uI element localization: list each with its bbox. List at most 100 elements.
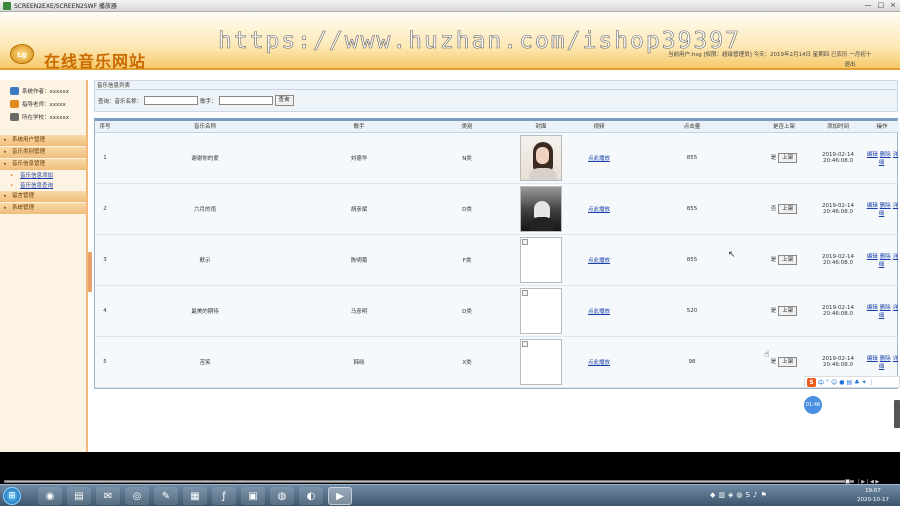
play-video-link[interactable]: 点此播放 xyxy=(588,258,610,264)
play-video-link[interactable]: 点此播放 xyxy=(588,156,610,162)
cover-photo-part xyxy=(536,146,549,164)
sidebar-info-row: 指导老师：xxxxx xyxy=(10,97,86,110)
cell-operations: 编辑 删除 详细 xyxy=(865,285,899,337)
site-title: 在线音乐网站 xyxy=(44,52,147,71)
maximize-button[interactable]: □ xyxy=(878,1,885,9)
clock[interactable]: 19:07 2020-10-17 xyxy=(856,487,890,505)
tray-app-icon[interactable]: ◆ xyxy=(710,491,715,499)
edit-link[interactable]: 编辑 xyxy=(867,356,878,362)
status-text: 是 xyxy=(770,358,777,365)
ime-tool-icon[interactable]: ✦ xyxy=(862,379,867,386)
cell-status: 是上架 xyxy=(757,285,811,337)
cell-singer: 陈明菊 xyxy=(295,234,423,286)
cell-music-name: 最美的期待 xyxy=(115,285,295,337)
sidebar-menu-section[interactable]: 系统用户管理 xyxy=(0,135,86,146)
tray-ime-icon[interactable]: S xyxy=(746,491,750,499)
shelve-button[interactable]: 上架 xyxy=(778,203,798,214)
watermark-url: https://www.huzhan.com/ishop39397 xyxy=(218,28,741,55)
ime-menu-icon[interactable]: ⋮ xyxy=(869,379,875,386)
cell-singer: 韩晓 xyxy=(295,336,423,388)
tray-flag-icon[interactable]: ⚑ xyxy=(760,491,766,499)
table-row: 2 六月的雨 胡彦斌 D类 点此播放 855 否上架 2019-02-14 20:46:08.… xyxy=(95,183,899,235)
sidebar-menu-section[interactable]: 系统管理 xyxy=(0,203,86,214)
right-edge-handle[interactable] xyxy=(894,400,900,428)
play-video-link[interactable]: 点此播放 xyxy=(588,360,610,366)
delete-link[interactable]: 删除 xyxy=(880,203,891,209)
sidebar-menu-section[interactable]: 音乐信息管理 xyxy=(0,159,86,170)
table-body: 1 谢谢你的爱 刘德华 N类 点此播放 855 是上架 2019-02-14 20:46:08… xyxy=(95,132,899,388)
school-icon xyxy=(10,112,19,121)
ime-mic-icon[interactable]: ● xyxy=(839,379,844,386)
cell-music-name: 默示 xyxy=(115,234,295,286)
table-row: 5 苦笑 韩晓 X类 点此播放 98 是上架 2019-02-14 20:46:08.0 编辑删… xyxy=(95,336,899,388)
taskbar-app-icon[interactable]: ◍ xyxy=(270,487,294,505)
close-button[interactable]: × xyxy=(890,1,896,9)
edit-link[interactable]: 编辑 xyxy=(867,203,878,209)
site-banner: Lg 在线音乐网站 https://www.huzhan.com/ishop39… xyxy=(0,12,900,71)
cell-cover xyxy=(511,234,571,286)
delete-link[interactable]: 删除 xyxy=(880,305,891,311)
column-header: 序号 xyxy=(95,121,115,133)
play-video-link[interactable]: 点此播放 xyxy=(588,309,610,315)
sidebar-info-row: 系统作者：xxxxxx xyxy=(10,84,86,97)
delete-link[interactable]: 删除 xyxy=(880,152,891,158)
shelve-button[interactable]: 上架 xyxy=(778,305,798,316)
ime-mode[interactable]: 中 xyxy=(818,378,824,387)
sidebar-menu-section[interactable]: 留言管理 xyxy=(0,191,86,202)
sidebar-info: 系统作者：xxxxxx 指导老师：xxxxx 所在学校：xxxxxx xyxy=(0,80,86,127)
taskbar-app-icon[interactable]: ▶ xyxy=(328,487,352,505)
sidebar-info-label: 系统作者：xxxxxx xyxy=(22,88,70,95)
taskbar-apps: ◉ ▤ ✉ ◎ ✎ ▦ ƒ ▣ ◍ ◐ ▶ xyxy=(38,487,352,505)
music-name-input[interactable] xyxy=(144,96,199,105)
clock-date: 2020-10-17 xyxy=(857,497,889,503)
ime-keyboard-icon[interactable]: ▤ xyxy=(847,379,853,386)
delete-link[interactable]: 删除 xyxy=(880,356,891,362)
sidebar-toggle-handle[interactable] xyxy=(88,252,92,292)
tray-chat-icon[interactable]: ◍ xyxy=(736,491,742,499)
tray-network-icon[interactable]: ▥ xyxy=(718,491,725,499)
tray-volume-icon[interactable]: ♪ xyxy=(753,491,757,499)
status-text: 否 xyxy=(770,205,777,212)
logout-link[interactable]: 退出 xyxy=(668,60,882,70)
shelve-button[interactable]: 上架 xyxy=(778,356,798,367)
taskbar-app-icon[interactable]: ◐ xyxy=(299,487,323,505)
sogou-ime-icon[interactable]: S xyxy=(807,377,816,387)
taskbar-app-icon[interactable]: ◉ xyxy=(38,487,62,505)
taskbar-app-icon[interactable]: ◎ xyxy=(125,487,149,505)
taskbar-app-icon[interactable]: ▤ xyxy=(67,487,91,505)
play-video-link[interactable]: 点此播放 xyxy=(588,207,610,213)
delete-link[interactable]: 删除 xyxy=(880,254,891,260)
singer-input[interactable] xyxy=(218,96,273,105)
taskbar-app-icon[interactable]: ƒ xyxy=(212,487,236,505)
main-content: 音乐信息列表 查询：音乐名称： 歌手： 查询 序号 音乐名称 歌手 类别 封面 视频 点击量… xyxy=(94,80,899,452)
ime-skin-icon[interactable]: ♣ xyxy=(854,379,859,386)
minimize-button[interactable]: — xyxy=(865,1,872,9)
sidebar-menu-section[interactable]: 音乐类别管理 xyxy=(0,147,86,158)
status-text: 是 xyxy=(770,307,777,314)
sidebar-submenu-item[interactable]: 音乐信息添加 xyxy=(0,171,86,181)
column-header: 音乐名称 xyxy=(115,121,295,133)
cover-image xyxy=(520,134,562,181)
shelve-button[interactable]: 上架 xyxy=(778,254,798,265)
windows-logo-icon: ⊞ xyxy=(8,491,16,501)
taskbar-app-icon[interactable]: ▦ xyxy=(183,487,207,505)
ime-toolbar[interactable]: S 中 ° ☺ ● ▤ ♣ ✦ ⋮ xyxy=(804,376,900,388)
taskbar-app-icon[interactable]: ✎ xyxy=(154,487,178,505)
start-button[interactable]: ⊞ xyxy=(3,487,21,505)
seek-bar[interactable] xyxy=(4,479,854,484)
table-row: 1 谢谢你的爱 刘德华 N类 点此播放 855 是上架 2019-02-14 20:46:08… xyxy=(95,132,899,184)
taskbar-app-icon[interactable]: ✉ xyxy=(96,487,120,505)
sidebar-submenu-item[interactable]: 音乐信息查询 xyxy=(0,181,86,191)
sidebar: 系统作者：xxxxxx 指导老师：xxxxx 所在学校：xxxxxx 系统用户管理音… xyxy=(0,80,88,452)
ime-punct-icon[interactable]: ° xyxy=(826,379,829,386)
edit-link[interactable]: 编辑 xyxy=(867,152,878,158)
sidebar-info-label: 所在学校：xxxxxx xyxy=(22,114,70,121)
edit-link[interactable]: 编辑 xyxy=(867,305,878,311)
taskbar-app-icon[interactable]: ▣ xyxy=(241,487,265,505)
ime-emoji-icon[interactable]: ☺ xyxy=(831,379,837,386)
shelve-button[interactable]: 上架 xyxy=(778,152,798,163)
search-button[interactable]: 查询 xyxy=(274,95,294,106)
edit-link[interactable]: 编辑 xyxy=(867,254,878,260)
tray-security-icon[interactable]: ◈ xyxy=(728,491,733,499)
site-logo-icon: Lg xyxy=(10,44,34,64)
